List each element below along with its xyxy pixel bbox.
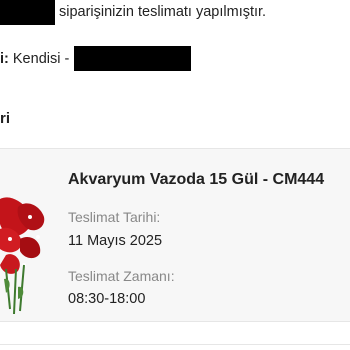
receiver-value: Kendisi - — [12, 51, 70, 67]
delivery-time-label: Teslimat Zamanı: — [68, 268, 175, 284]
receiver-label: i: — [0, 51, 9, 67]
delivery-time-value: 08:30-18:00 — [68, 291, 146, 307]
product-image — [0, 169, 52, 319]
redacted-receiver-name — [74, 46, 191, 71]
receiver-line: i: Kendisi - — [0, 51, 69, 67]
divider — [0, 344, 350, 345]
redacted-customer-name — [0, 0, 55, 25]
product-title: Akvaryum Vazoda 15 Gül - CM444 — [68, 171, 325, 188]
delivery-status-text: siparişinizin teslimatı yapılmıştır. — [59, 4, 267, 20]
order-item-card: Akvaryum Vazoda 15 Gül - CM444 Teslimat … — [0, 148, 350, 322]
section-heading: ri — [0, 110, 11, 127]
delivery-date-value: 11 Mayıs 2025 — [68, 233, 163, 249]
delivery-date-label: Teslimat Tarihi: — [68, 209, 161, 225]
